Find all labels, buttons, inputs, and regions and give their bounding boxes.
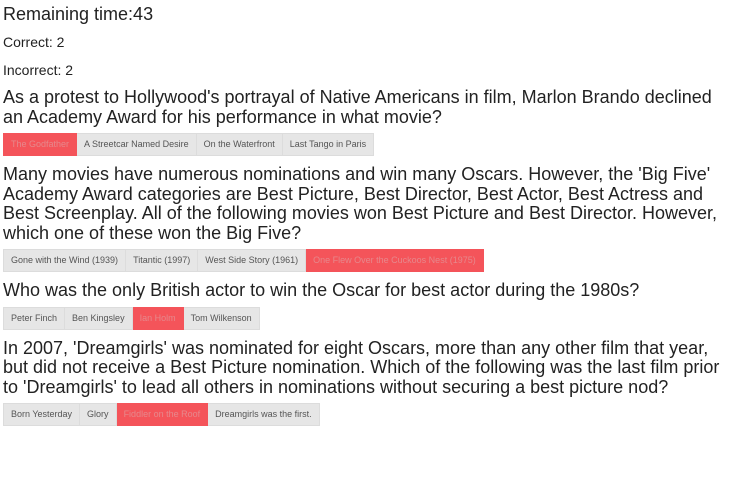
question-block-1: As a protest to Hollywood's portrayal of… bbox=[3, 87, 729, 156]
quiz-container: Remaining time:43 Correct: 2 Incorrect: … bbox=[0, 0, 732, 426]
answer-button[interactable]: One Flew Over the Cuckoos Nest (1975) bbox=[306, 249, 484, 272]
answer-button[interactable]: Ben Kingsley bbox=[65, 306, 133, 330]
answer-button[interactable]: Peter Finch bbox=[3, 306, 66, 330]
answer-button[interactable]: Fiddler on the Roof bbox=[116, 403, 209, 426]
answer-button[interactable]: Ian Holm bbox=[132, 306, 184, 330]
answer-button[interactable]: West Side Story (1961) bbox=[198, 249, 307, 272]
answer-button[interactable]: Dreamgirls was the first. bbox=[208, 403, 320, 426]
answer-button[interactable]: Born Yesterday bbox=[3, 403, 81, 426]
question-block-2: Many movies have numerous nominations an… bbox=[3, 164, 729, 272]
question-block-3: Who was the only British actor to win th… bbox=[3, 280, 729, 330]
question-text: In 2007, 'Dreamgirls' was nominated for … bbox=[3, 337, 720, 397]
answer-group: Peter Finch Ben Kingsley Ian Holm Tom Wi… bbox=[3, 306, 729, 330]
answer-button[interactable]: Titantic (1997) bbox=[126, 249, 199, 272]
correct-count: Correct: 2 bbox=[3, 34, 65, 50]
answer-button[interactable]: Glory bbox=[80, 403, 117, 426]
question-text: As a protest to Hollywood's portrayal of… bbox=[3, 87, 712, 127]
answer-button[interactable]: The Godfather bbox=[3, 133, 78, 156]
answer-button[interactable]: On the Waterfront bbox=[196, 133, 283, 156]
answer-button[interactable]: Gone with the Wind (1939) bbox=[3, 249, 127, 272]
question-text: Many movies have numerous nominations an… bbox=[3, 164, 718, 243]
answer-button[interactable]: Tom Wilkenson bbox=[183, 306, 260, 330]
answer-button[interactable]: Last Tango in Paris bbox=[282, 133, 375, 156]
incorrect-count: Incorrect: 2 bbox=[3, 62, 74, 78]
answer-button[interactable]: A Streetcar Named Desire bbox=[77, 133, 197, 156]
answer-group: Gone with the Wind (1939) Titantic (1997… bbox=[3, 249, 729, 272]
answer-group: Born Yesterday Glory Fiddler on the Roof… bbox=[3, 403, 729, 426]
question-text: Who was the only British actor to win th… bbox=[3, 280, 640, 300]
question-block-4: In 2007, 'Dreamgirls' was nominated for … bbox=[3, 337, 729, 426]
remaining-time: Remaining time:43 bbox=[3, 4, 154, 24]
answer-group: The Godfather A Streetcar Named Desire O… bbox=[3, 133, 729, 156]
